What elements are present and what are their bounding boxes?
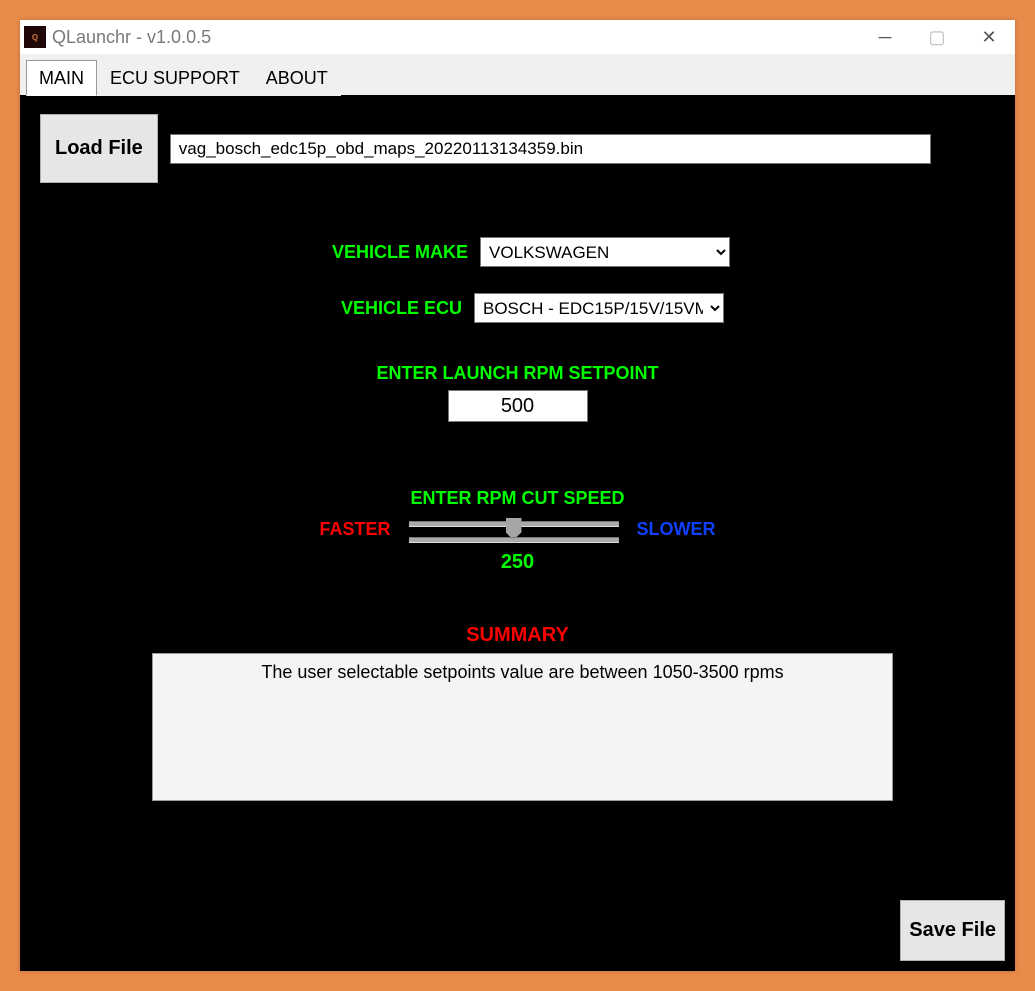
- window-title: QLaunchr - v1.0.0.5: [52, 27, 859, 48]
- tab-ecu-support[interactable]: ECU SUPPORT: [97, 60, 253, 96]
- summary-text: The user selectable setpoints value are …: [261, 662, 783, 682]
- rpm-cut-label: ENTER RPM CUT SPEED: [32, 488, 1003, 509]
- tab-bar: MAIN ECU SUPPORT ABOUT: [20, 54, 1015, 96]
- vehicle-make-row: VEHICLE MAKE VOLKSWAGEN: [32, 237, 1003, 267]
- vehicle-ecu-label: VEHICLE ECU: [332, 298, 462, 319]
- vehicle-ecu-row: VEHICLE ECU BOSCH - EDC15P/15V/15VM: [32, 293, 1003, 323]
- rpm-cut-block: ENTER RPM CUT SPEED FASTER SLOWER 250: [32, 488, 1003, 574]
- window-controls: ─ ▢ ✕: [859, 20, 1015, 54]
- slider-track-bottom: [409, 537, 619, 543]
- rpm-cut-slider-row: FASTER SLOWER: [32, 515, 1003, 543]
- vehicle-make-label: VEHICLE MAKE: [332, 242, 468, 263]
- rpm-cut-slider[interactable]: [409, 515, 619, 543]
- vehicle-make-select[interactable]: VOLKSWAGEN: [480, 237, 730, 267]
- summary-textbox[interactable]: The user selectable setpoints value are …: [152, 653, 893, 801]
- save-file-button[interactable]: Save File: [900, 900, 1005, 961]
- app-icon: Q: [24, 26, 46, 48]
- launch-rpm-input[interactable]: [448, 390, 588, 422]
- file-path-input[interactable]: [170, 134, 931, 164]
- summary-heading: SUMMARY: [32, 624, 1003, 647]
- tab-main[interactable]: MAIN: [26, 60, 97, 96]
- main-panel: Load File VEHICLE MAKE VOLKSWAGEN VEHICL…: [20, 96, 1015, 971]
- launch-rpm-label: ENTER LAUNCH RPM SETPOINT: [32, 363, 1003, 384]
- vehicle-ecu-select[interactable]: BOSCH - EDC15P/15V/15VM: [474, 293, 724, 323]
- load-file-row: Load File: [40, 114, 1003, 183]
- launch-setpoint-block: ENTER LAUNCH RPM SETPOINT: [32, 363, 1003, 422]
- maximize-button[interactable]: ▢: [911, 20, 963, 54]
- faster-label: FASTER: [319, 519, 390, 540]
- minimize-button[interactable]: ─: [859, 20, 911, 54]
- load-file-button[interactable]: Load File: [40, 114, 158, 183]
- app-window: Q QLaunchr - v1.0.0.5 ─ ▢ ✕ MAIN ECU SUP…: [20, 20, 1015, 971]
- titlebar: Q QLaunchr - v1.0.0.5 ─ ▢ ✕: [20, 20, 1015, 54]
- tab-about[interactable]: ABOUT: [253, 60, 341, 96]
- slider-track-top: [409, 521, 619, 527]
- close-button[interactable]: ✕: [963, 20, 1015, 54]
- slower-label: SLOWER: [637, 519, 716, 540]
- vehicle-form: VEHICLE MAKE VOLKSWAGEN VEHICLE ECU BOSC…: [32, 237, 1003, 323]
- rpm-cut-value: 250: [32, 551, 1003, 574]
